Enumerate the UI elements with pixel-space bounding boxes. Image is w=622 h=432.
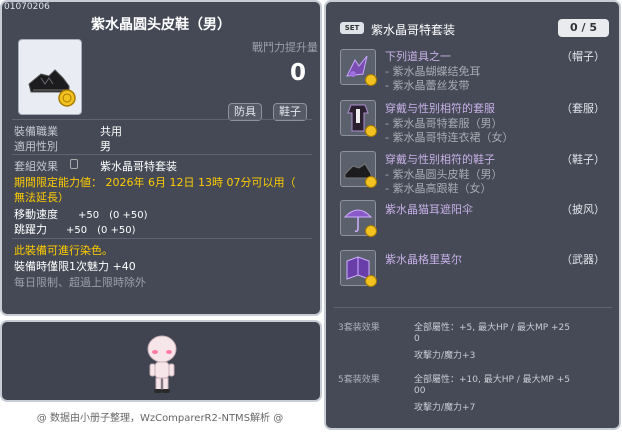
set-effect-5-line-1: 全部屬性：+10, 最大HP / 最大MP +5 [414,375,570,385]
job-value: 共用 [100,125,122,138]
set-item-2-line-3: - 紫水晶哥特连衣裙（女） [385,131,514,144]
attack-increase-label: 戰鬥力提升量 [252,41,318,54]
period-line-1: 期間限定能力値： 2026年 6月 12日 13時 07分可以用（ [14,176,296,189]
divider [334,307,612,308]
set-item-5-category: （武器） [561,253,605,266]
set-effect-5-line-3: 攻擊力/魔力+7 [414,403,476,413]
set-item-hat [340,49,377,86]
avatar-preview-panel [0,320,322,402]
speed-label: 移動速度 [14,208,58,221]
set-effect-value: 紫水晶哥特套装 [100,160,177,173]
set-item-shoes [340,151,377,188]
item-tooltip-panel: 01070206 紫水晶圆头皮鞋（男） 戰鬥力提升量 0 防具 鞋子 裝備職業 … [0,0,322,316]
set-item-3-line-1: 穿戴与性别相符的鞋子 [385,153,495,166]
divider [12,154,312,155]
set-item-5-line-1: 紫水晶格里莫尔 [385,253,462,266]
set-item-grimoire [340,250,377,287]
set-item-3-category: （鞋子） [561,153,605,166]
avatar [147,335,177,393]
lock-icon [70,159,78,169]
set-badge: SET [340,22,364,34]
set-item-3-line-3: - 紫水晶高跟鞋（女） [385,182,492,195]
item-title: 紫水晶圆头皮鞋（男） [91,17,231,33]
coin-icon [365,275,377,287]
charm-line: 裝備時僅限1次魅力 +40 [14,260,136,273]
set-title: 紫水晶哥特套装 [371,23,456,37]
jump-value: +50 (0 +50) [66,225,136,236]
set-effect-label: 套組效果 [14,160,58,173]
set-item-4-line-1: 紫水晶猫耳遮阳伞 [385,203,473,216]
set-item-2-line-1: 穿戴与性别相符的套服 [385,102,495,115]
set-item-1-category: （帽子） [561,50,605,63]
set-effect-3-label: 3套装效果 [338,323,380,333]
set-item-4-category: （披风） [561,203,605,216]
set-item-parasol [340,200,377,237]
attack-increase-value: 0 [290,60,307,86]
set-info-panel: SET 紫水晶哥特套装 0 / 5 下列道具之一 - 紫水晶蝴蝶结免耳 - 紫水… [324,0,621,430]
item-id: 01070206 [4,2,50,12]
set-count: 0 / 5 [558,19,609,37]
set-effect-3-line-3: 攻擊力/魔力+3 [414,351,476,361]
set-item-outfit [340,100,377,137]
divider [12,119,312,120]
speed-value: +50 (0 +50) [78,210,148,221]
set-item-2-category: （套服） [561,102,605,115]
period-line-2: 無法延長） [14,191,69,204]
set-effect-5-line-2: 00 [414,386,426,396]
footer-credit: @ 数据由小册子整理，WzComparerR2-NTMS解析 @ [36,413,284,424]
jump-label: 跳躍力 [14,223,47,236]
daily-limit-line: 每日限制、超過上限時除外 [14,276,146,289]
coin-icon [365,225,377,237]
gender-label: 適用性別 [14,140,58,153]
set-item-1-line-3: - 紫水晶蕾丝发带 [385,79,470,92]
set-effect-5-label: 5套装效果 [338,375,380,385]
coin-icon [365,125,377,137]
set-effect-3-line-1: 全部屬性：+5, 最大HP / 最大MP +25 [414,323,570,333]
coin-icon [365,74,377,86]
divider [12,238,312,239]
set-item-1-line-1: 下列道具之一 [385,50,451,63]
job-label: 裝備職業 [14,125,58,138]
shoe-icon [28,69,76,107]
coin-icon [365,176,377,188]
set-effect-3-line-2: 0 [414,334,420,344]
item-icon-box [18,39,82,115]
dye-note: 此裝備可進行染色。 [14,244,113,257]
gender-value: 男 [100,140,111,153]
